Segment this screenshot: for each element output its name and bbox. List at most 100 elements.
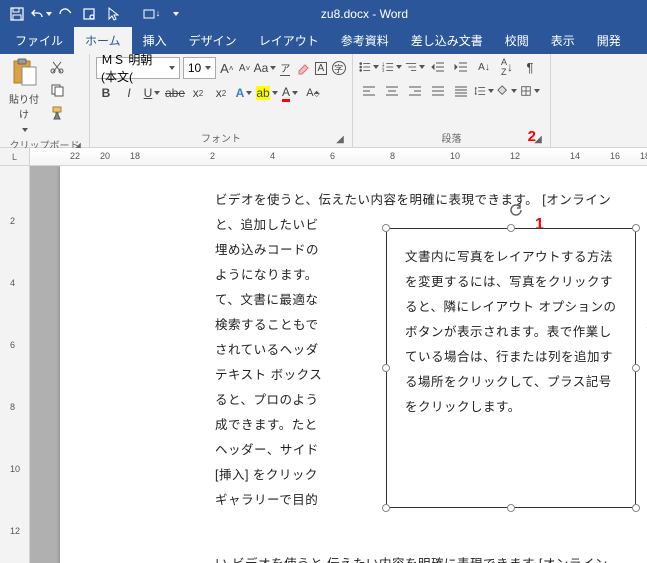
selection-handle[interactable] [632,504,640,512]
shrink-font-icon[interactable]: A˅ [237,58,252,78]
ribbon: 貼り付け クリップボード◢ ＭＳ 明朝 (本文( 10 A˄ A˅ Aa ア A… [0,54,647,148]
group-font: ＭＳ 明朝 (本文( 10 A˄ A˅ Aa ア A 字 B I U abe x… [90,54,353,147]
ruler-tick: 22 [70,151,80,161]
save-icon[interactable] [6,3,28,25]
text-direction-icon[interactable]: A↓ [474,57,494,77]
ruler-tick: 4 [270,151,275,161]
ruler-tick: 20 [100,151,110,161]
borders-icon[interactable] [520,81,540,101]
copy-icon[interactable] [46,80,68,100]
change-case-icon[interactable]: Aa [255,58,275,78]
redo-icon[interactable] [54,3,76,25]
highlight-icon[interactable]: ab [257,83,277,103]
italic-icon[interactable]: I [119,83,139,103]
object-icon[interactable]: ↓ [140,3,162,25]
grow-font-icon[interactable]: A˄ [219,58,234,78]
decrease-indent-icon[interactable] [428,57,448,77]
ruler-tick: 8 [10,402,15,412]
tab-review[interactable]: 校閲 [494,27,540,54]
align-left-icon[interactable] [359,81,379,101]
line-spacing-icon[interactable] [474,81,494,101]
title-bar: ↓ zu8.docx - Word [0,0,647,28]
font-size-select[interactable]: 10 [183,57,217,79]
sort-icon[interactable]: AZ↓ [497,57,517,77]
font-name-select[interactable]: ＭＳ 明朝 (本文( [96,57,180,79]
ribbon-tabs: ファイル ホーム 挿入 デザイン レイアウト 参考資料 差し込み文書 校閲 表示… [0,28,647,54]
svg-text:3: 3 [382,68,385,73]
quick-access-toolbar: ↓ [0,3,192,25]
char-shading-icon[interactable]: A⬘ [303,83,323,103]
font-launcher-icon[interactable]: ◢ [334,134,346,146]
undo-icon[interactable] [30,3,52,25]
ruler-tick: 10 [450,151,460,161]
underline-icon[interactable]: U [142,83,162,103]
document-area: 24681012 ビデオを使うと、伝えたい内容を明確に表現できます。 [オンライ… [0,166,647,563]
tab-design[interactable]: デザイン [178,27,248,54]
ruler-tick: 6 [330,151,335,161]
text-box[interactable]: 文書内に写真をレイアウトする方法を変更するには、写真をクリックすると、隣にレイア… [386,228,636,508]
selection-handle[interactable] [507,504,515,512]
bold-icon[interactable]: B [96,83,116,103]
ruler-tick: 10 [10,464,20,474]
window-title: zu8.docx - Word [192,7,537,21]
qat-customize-icon[interactable] [164,3,186,25]
justify-icon[interactable] [428,81,448,101]
tab-developer[interactable]: 開発 [586,27,632,54]
clear-formatting-icon[interactable] [296,58,311,78]
selection-handle[interactable] [632,224,640,232]
rotation-handle-icon[interactable] [507,201,525,219]
group-font-label: フォント [201,134,241,145]
text-effects-icon[interactable]: A [234,83,254,103]
ruler-tick: 18 [640,151,647,161]
group-paragraph: 123 A↓ AZ↓ ¶ 段落◢2 [353,54,551,147]
cut-icon[interactable] [46,57,68,77]
increase-indent-icon[interactable] [451,57,471,77]
show-marks-icon[interactable]: ¶ [520,57,540,77]
ruler-corner: L [0,148,30,165]
tab-insert[interactable]: 挿入 [132,27,178,54]
ruler-tick: 2 [10,216,15,226]
paste-button[interactable]: 貼り付け [6,57,42,135]
font-color-icon[interactable]: A [280,83,300,103]
selection-handle[interactable] [507,224,515,232]
strike-icon[interactable]: abe [165,83,185,103]
ruler-tick: 12 [10,526,20,536]
annotation-2: 2 [528,128,536,145]
group-clipboard: 貼り付け クリップボード◢ [0,54,90,147]
tab-file[interactable]: ファイル [4,27,74,54]
distributed-icon[interactable] [451,81,471,101]
group-paragraph-label: 段落 [442,134,462,145]
ruler-tick: 14 [570,151,580,161]
align-center-icon[interactable] [382,81,402,101]
superscript-icon[interactable]: x2 [211,83,231,103]
selection-handle[interactable] [382,504,390,512]
bottom-text[interactable]: い ビデオを使うと 伝えたい内容を明確に表現できます [オンライン [215,552,647,563]
shading-icon[interactable] [497,81,517,101]
body-text[interactable]: ビデオを使うと、伝えたい内容を明確に表現できます。 [オンラインと、追加したいビ… [215,188,375,513]
char-border-icon[interactable]: A [314,58,329,78]
format-painter-icon[interactable] [46,103,68,123]
selection-handle[interactable] [382,364,390,372]
ruler-tick: 8 [390,151,395,161]
multilevel-icon[interactable] [405,57,425,77]
cursor-icon[interactable] [102,3,124,25]
phonetic-guide-icon[interactable]: ア [278,58,293,78]
align-right-icon[interactable] [405,81,425,101]
tab-mailings[interactable]: 差し込み文書 [400,27,494,54]
horizontal-ruler[interactable]: L 22201824681012141618 [0,148,647,166]
ruler-tick: 18 [130,151,140,161]
ruler-tick: 4 [10,278,15,288]
paper[interactable]: ビデオを使うと、伝えたい内容を明確に表現できます。 [オンラインと、追加したいビ… [60,166,647,563]
enclose-char-icon[interactable]: 字 [331,58,346,78]
tab-layout[interactable]: レイアウト [248,27,330,54]
selection-handle[interactable] [382,224,390,232]
vertical-ruler[interactable]: 24681012 [0,166,30,563]
numbering-icon[interactable]: 123 [382,57,402,77]
subscript-icon[interactable]: x2 [188,83,208,103]
print-preview-icon[interactable] [78,3,100,25]
tab-home[interactable]: ホーム [74,27,132,54]
tab-references[interactable]: 参考資料 [330,27,400,54]
tab-view[interactable]: 表示 [540,27,586,54]
bullets-icon[interactable] [359,57,379,77]
selection-handle[interactable] [632,364,640,372]
